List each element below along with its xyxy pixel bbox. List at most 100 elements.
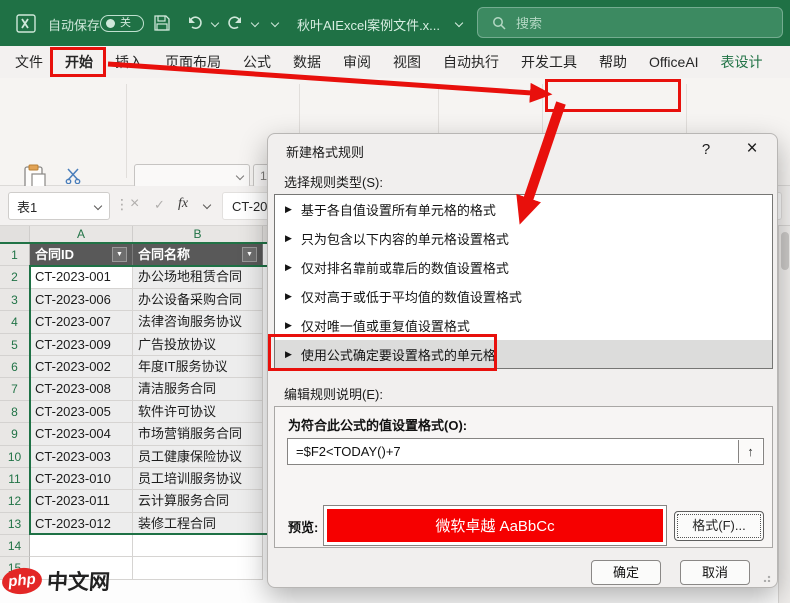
- row-number[interactable]: 10: [0, 445, 30, 468]
- tab-help[interactable]: 帮助: [588, 46, 638, 78]
- cell[interactable]: 法律咨询服务协议: [133, 311, 263, 334]
- row-number[interactable]: 4: [0, 311, 30, 334]
- cell[interactable]: CT-2023-010: [30, 467, 133, 491]
- cell[interactable]: [30, 535, 133, 558]
- tab-review[interactable]: 审阅: [332, 46, 382, 78]
- php-logo: php: [0, 565, 44, 597]
- cell[interactable]: 广告投放协议: [133, 333, 263, 356]
- row-number[interactable]: 2: [0, 266, 30, 289]
- tab-insert[interactable]: 插入: [104, 46, 154, 78]
- collapse-dialog-icon[interactable]: ↑: [738, 440, 762, 463]
- cell[interactable]: 年度IT服务协议: [133, 355, 263, 379]
- tab-file[interactable]: 文件: [4, 46, 54, 78]
- cell-a1[interactable]: 合同ID ▼: [30, 244, 133, 267]
- help-button[interactable]: ?: [697, 141, 715, 158]
- cell[interactable]: CT-2023-001: [30, 266, 133, 289]
- cell[interactable]: CT-2023-012: [30, 512, 133, 536]
- font-name-combo[interactable]: [134, 164, 250, 188]
- column-header-a[interactable]: A: [30, 226, 133, 242]
- column-header-b[interactable]: B: [133, 226, 263, 242]
- redo-icon[interactable]: [226, 14, 244, 31]
- row-number[interactable]: 8: [0, 400, 30, 424]
- table-row: CT-2023-003 员工健康保险协议: [30, 445, 263, 468]
- filter-button-icon[interactable]: ▼: [242, 247, 257, 263]
- save-icon[interactable]: [153, 14, 171, 32]
- edit-rule-box: 为符合此公式的值设置格式(O): =$F2<TODAY()+7 ↑ 预览: 微软…: [274, 406, 773, 548]
- tab-automate[interactable]: 自动执行: [432, 46, 510, 78]
- cell[interactable]: CT-2023-009: [30, 333, 133, 356]
- redo-dropdown-icon[interactable]: [250, 18, 260, 28]
- row-number[interactable]: 1: [0, 244, 30, 267]
- tab-view[interactable]: 视图: [382, 46, 432, 78]
- cancel-entry-icon[interactable]: ×: [130, 195, 139, 213]
- header-contract-id: 合同ID: [35, 247, 75, 263]
- undo-icon[interactable]: [186, 14, 204, 31]
- cell[interactable]: 软件许可协议: [133, 400, 263, 424]
- cell[interactable]: CT-2023-002: [30, 355, 133, 379]
- undo-dropdown-icon[interactable]: [210, 18, 220, 28]
- cell[interactable]: 云计算服务合同: [133, 490, 263, 513]
- cell[interactable]: CT-2023-003: [30, 445, 133, 468]
- cancel-button[interactable]: 取消: [680, 560, 750, 585]
- ok-button[interactable]: 确定: [591, 560, 661, 585]
- tab-developer[interactable]: 开发工具: [510, 46, 588, 78]
- row-number[interactable]: 7: [0, 378, 30, 401]
- cell[interactable]: CT-2023-011: [30, 490, 133, 513]
- rule-item-above-below-average[interactable]: ▶ 仅对高于或低于平均值的数值设置格式: [275, 282, 772, 311]
- formula-bar-splitter[interactable]: ⋮: [115, 196, 129, 213]
- close-icon[interactable]: ×: [741, 138, 763, 160]
- autosave-toggle[interactable]: 关: [100, 15, 144, 32]
- rule-item-use-formula[interactable]: ▶ 使用公式确定要设置格式的单元格: [275, 340, 772, 368]
- filter-button-icon[interactable]: ▼: [112, 247, 127, 263]
- scrollbar-thumb[interactable]: [781, 232, 789, 270]
- cell[interactable]: 员工培训服务协议: [133, 467, 263, 491]
- title-dropdown-icon[interactable]: [454, 18, 464, 28]
- row-number[interactable]: 11: [0, 467, 30, 491]
- name-box[interactable]: 表1: [8, 192, 110, 220]
- row-number[interactable]: 13: [0, 512, 30, 536]
- rule-item-unique-duplicate[interactable]: ▶ 仅对唯一值或重复值设置格式: [275, 311, 772, 340]
- row-number[interactable]: 12: [0, 490, 30, 513]
- row-number[interactable]: 14: [0, 535, 30, 558]
- rule-formula-input[interactable]: =$F2<TODAY()+7 ↑: [287, 438, 764, 465]
- cell[interactable]: 办公设备采购合同: [133, 288, 263, 312]
- tab-home[interactable]: 开始: [54, 46, 104, 78]
- tab-page-layout[interactable]: 页面布局: [154, 46, 232, 78]
- cell[interactable]: CT-2023-004: [30, 423, 133, 446]
- rule-item-contains[interactable]: ▶ 只为包含以下内容的单元格设置格式: [275, 224, 772, 253]
- cell[interactable]: CT-2023-007: [30, 311, 133, 334]
- insert-function-icon[interactable]: fx: [178, 196, 188, 212]
- search-box[interactable]: 搜索: [477, 7, 783, 38]
- tab-officeai[interactable]: OfficeAI: [638, 46, 710, 78]
- rule-item-top-bottom[interactable]: ▶ 仅对排名靠前或靠后的数值设置格式: [275, 253, 772, 282]
- cell[interactable]: 装修工程合同: [133, 512, 263, 536]
- cell[interactable]: 办公场地租赁合同: [133, 266, 263, 289]
- rule-item-label: 仅对排名靠前或靠后的数值设置格式: [300, 261, 509, 276]
- cell[interactable]: 清洁服务合同: [133, 378, 263, 401]
- rule-item-format-by-value[interactable]: ▶ 基于各自值设置所有单元格的格式: [275, 195, 772, 224]
- resize-grip[interactable]: [763, 573, 772, 582]
- cell[interactable]: 市场营销服务合同: [133, 423, 263, 446]
- quick-access-more-icon[interactable]: [270, 18, 280, 28]
- cell[interactable]: CT-2023-005: [30, 400, 133, 424]
- tab-formulas[interactable]: 公式: [232, 46, 282, 78]
- tab-data[interactable]: 数据: [282, 46, 332, 78]
- tab-table-design[interactable]: 表设计: [710, 46, 774, 78]
- vertical-scrollbar[interactable]: [778, 226, 790, 603]
- row-number[interactable]: 5: [0, 333, 30, 356]
- format-button[interactable]: 格式(F)...: [674, 511, 764, 541]
- cell-b1[interactable]: 合同名称 ▼: [133, 244, 263, 267]
- cell[interactable]: [133, 557, 263, 580]
- cut-icon[interactable]: [64, 168, 84, 184]
- row-number[interactable]: 9: [0, 423, 30, 446]
- confirm-entry-icon[interactable]: ✓: [154, 197, 165, 213]
- row-number[interactable]: 3: [0, 288, 30, 312]
- cell[interactable]: [133, 535, 263, 558]
- fx-dropdown-icon[interactable]: [202, 200, 212, 210]
- cell[interactable]: CT-2023-006: [30, 288, 133, 312]
- select-all-corner[interactable]: [0, 226, 30, 242]
- document-title[interactable]: 秋叶AIExcel案例文件.x...: [297, 15, 440, 34]
- cell[interactable]: 员工健康保险协议: [133, 445, 263, 468]
- cell[interactable]: CT-2023-008: [30, 378, 133, 401]
- row-number[interactable]: 6: [0, 355, 30, 379]
